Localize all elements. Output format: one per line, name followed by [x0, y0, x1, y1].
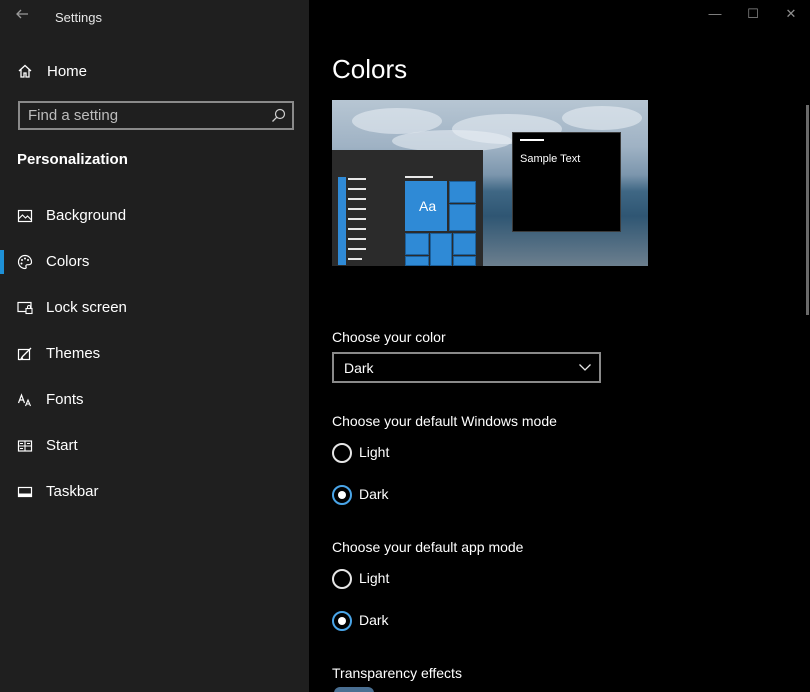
sidebar-item-home[interactable]: Home — [0, 55, 309, 87]
close-button[interactable]: ✕ — [781, 6, 801, 22]
section-title: Personalization — [17, 151, 128, 168]
sidebar-item-label: Start — [46, 437, 78, 454]
radio-label: Light — [359, 444, 390, 460]
color-mode-dropdown[interactable]: Dark — [332, 352, 601, 383]
transparency-label: Transparency effects — [332, 665, 462, 681]
preview-tile-aa: Aa — [405, 181, 447, 231]
sidebar-item-themes[interactable]: Themes — [0, 334, 309, 374]
radio-label: Dark — [359, 612, 389, 628]
preview-sample-window: Sample Text — [512, 132, 621, 232]
sidebar-item-label: Fonts — [46, 391, 84, 408]
theme-preview: Aa Sample Text — [332, 100, 648, 266]
page-title: Colors — [332, 54, 408, 84]
preview-sidebar-strip — [338, 177, 346, 265]
lock-screen-icon — [17, 300, 33, 316]
back-arrow-icon[interactable] — [14, 6, 30, 22]
font-icon — [17, 392, 33, 408]
sidebar-item-label: Taskbar — [46, 483, 99, 500]
chevron-down-icon — [578, 360, 592, 374]
start-icon — [17, 438, 33, 454]
search-input[interactable]: Find a setting — [18, 101, 294, 130]
sidebar-item-start[interactable]: Start — [0, 426, 309, 466]
sidebar-item-taskbar[interactable]: Taskbar — [0, 472, 309, 512]
sidebar-item-label: Background — [46, 207, 127, 224]
sidebar-item-label: Home — [47, 63, 88, 80]
radio-circle — [332, 569, 352, 589]
preview-tiles: Aa — [405, 181, 476, 266]
app-mode-label: Choose your default app mode — [332, 539, 524, 555]
sidebar-item-label: Colors — [46, 253, 90, 270]
windows-mode-light-radio[interactable]: Light — [332, 441, 532, 465]
picture-icon — [17, 208, 33, 224]
radio-circle — [332, 443, 352, 463]
sidebar-item-label: Themes — [46, 345, 101, 362]
sidebar-item-colors[interactable]: Colors — [0, 242, 309, 282]
minimize-button[interactable]: — — [705, 6, 725, 22]
radio-label: Light — [359, 570, 390, 586]
preview-sample-text: Sample Text — [520, 153, 581, 165]
app-mode-dark-radio[interactable]: Dark — [332, 609, 532, 633]
app-mode-light-radio[interactable]: Light — [332, 567, 532, 591]
palette-icon — [17, 254, 33, 270]
sidebar-item-fonts[interactable]: Fonts — [0, 380, 309, 420]
content-pane: — ☐ ✕ Colors Aa Sample Text Choose your … — [309, 0, 810, 692]
home-icon — [17, 63, 33, 79]
radio-circle-checked — [332, 611, 352, 631]
scrollbar[interactable] — [806, 105, 809, 315]
choose-color-label: Choose your color — [332, 329, 446, 345]
transparency-toggle[interactable] — [334, 687, 374, 692]
sidebar-item-background[interactable]: Background — [0, 196, 309, 236]
brush-icon — [17, 346, 33, 362]
preview-window: Aa — [332, 150, 483, 266]
sidebar: Settings Home Find a setting Personaliza… — [0, 0, 309, 692]
search-icon[interactable] — [271, 108, 286, 123]
window-title: Settings — [55, 10, 102, 25]
radio-circle-checked — [332, 485, 352, 505]
taskbar-icon — [17, 484, 33, 500]
radio-label: Dark — [359, 486, 389, 502]
sidebar-item-lock-screen[interactable]: Lock screen — [0, 288, 309, 328]
windows-mode-label: Choose your default Windows mode — [332, 413, 557, 429]
sidebar-item-label: Lock screen — [46, 299, 127, 316]
maximize-button[interactable]: ☐ — [743, 6, 763, 22]
dropdown-value: Dark — [344, 360, 374, 376]
selection-indicator — [0, 250, 4, 274]
search-placeholder: Find a setting — [28, 107, 119, 124]
windows-mode-dark-radio[interactable]: Dark — [332, 483, 532, 507]
